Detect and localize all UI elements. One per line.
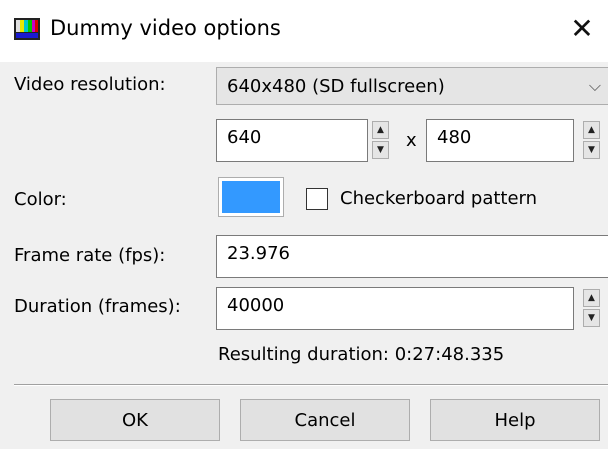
height-field[interactable]: 480 (426, 119, 574, 162)
spin-up-icon[interactable]: ▲ (583, 121, 600, 139)
resulting-duration: Resulting duration: 0:27:48.335 (218, 344, 505, 365)
frame-rate-label: Frame rate (fps): (14, 245, 166, 266)
duration-field[interactable]: 40000 (216, 287, 574, 330)
close-icon: ✕ (570, 11, 594, 45)
x-separator: x (406, 130, 417, 151)
spin-up-icon[interactable]: ▲ (372, 121, 389, 139)
help-button[interactable]: Help (430, 399, 600, 441)
checkerboard-label[interactable]: Checkerboard pattern (340, 188, 537, 210)
duration-spinner[interactable]: ▲ ▼ (583, 289, 600, 327)
duration-label: Duration (frames): (14, 296, 181, 317)
width-value: 640 (227, 127, 262, 148)
frame-rate-field[interactable]: 23.976 (216, 235, 608, 278)
spin-up-icon[interactable]: ▲ (583, 289, 600, 307)
frame-rate-value: 23.976 (227, 243, 290, 264)
duration-value: 40000 (227, 295, 285, 316)
spin-down-icon[interactable]: ▼ (583, 141, 600, 159)
color-bars-icon (14, 18, 40, 40)
video-resolution-label: Video resolution: (14, 74, 166, 95)
video-resolution-value: 640x480 (SD fullscreen) (227, 76, 445, 97)
color-label: Color: (14, 189, 67, 210)
height-spinner[interactable]: ▲ ▼ (583, 121, 600, 159)
video-resolution-dropdown[interactable]: 640x480 (SD fullscreen) ⌵ (216, 67, 608, 105)
cancel-button[interactable]: Cancel (240, 399, 410, 441)
ok-button[interactable]: OK (50, 399, 220, 441)
spin-down-icon[interactable]: ▼ (583, 309, 600, 327)
checkerboard-checkbox[interactable] (306, 188, 328, 210)
color-swatch (222, 181, 280, 213)
close-button[interactable]: ✕ (566, 11, 598, 45)
height-value: 480 (437, 127, 472, 148)
separator-highlight (14, 385, 608, 386)
color-swatch-button[interactable] (218, 177, 284, 217)
width-field[interactable]: 640 (216, 119, 368, 162)
title-bar: Dummy video options ✕ (0, 0, 608, 62)
spin-down-icon[interactable]: ▼ (372, 141, 389, 159)
window-title: Dummy video options (50, 16, 281, 40)
width-spinner[interactable]: ▲ ▼ (372, 121, 389, 159)
chevron-down-icon: ⌵ (588, 76, 601, 95)
